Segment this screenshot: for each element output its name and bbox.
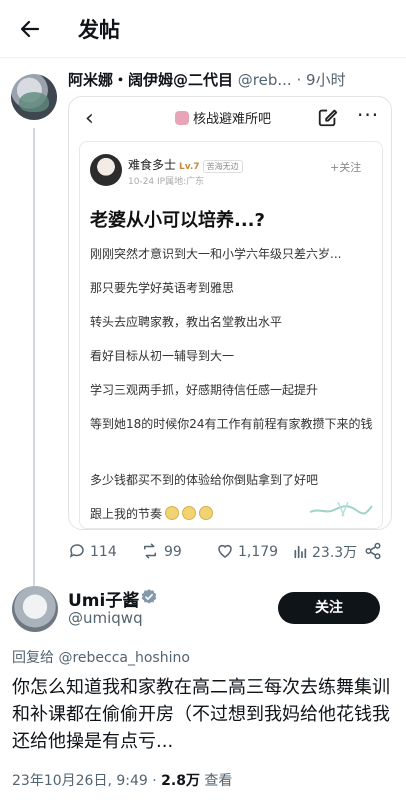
follow-button[interactable]: 关注 <box>278 592 380 624</box>
embedded-line: 多少钱都买不到的体验给你倒贴拿到了好吧 <box>90 473 319 487</box>
emoji-icon <box>165 506 180 520</box>
chevron-left-icon: ‹ <box>85 106 94 131</box>
forum-title: 核战避难所吧 <box>175 108 271 127</box>
embedded-line: 那只要先学好英语考到雅思 <box>90 281 235 295</box>
page-title: 发帖 <box>78 18 120 42</box>
post-actions: 114 99 1,179 23.3万 <box>68 542 398 564</box>
reply-meta: 23年10月26日, 9:49 · 2.8万 查看 <box>12 770 232 790</box>
embedded-line: 等到她18的时候你24有工作有前程有家教攒下来的钱 <box>90 417 373 431</box>
title-badge: 苦海无边 <box>202 160 243 173</box>
views-action[interactable]: 23.3万 <box>292 542 357 562</box>
forum-icon <box>175 111 189 125</box>
embedded-follow: +关注 <box>330 161 362 174</box>
embedded-headline: 老婆从小可以培养...? <box>90 210 265 231</box>
emoji-icon <box>182 506 197 520</box>
level-badge: Lv.7 <box>179 162 200 172</box>
replying-to: 回复给 @rebecca_hoshino <box>12 650 190 666</box>
author-name[interactable]: 阿米娜・阔伊姆@二代目 <box>68 71 233 89</box>
embedded-screenshot[interactable]: ‹ 核战避难所吧 ··· 难食多士 Lv.7 苦海无边 10-24 IP属地:广东 … <box>68 96 392 530</box>
embedded-username: 难食多士 Lv.7 苦海无边 <box>128 156 243 173</box>
embedded-nav: ‹ 核战避难所吧 ··· <box>69 97 391 141</box>
emoji-icon <box>199 506 214 520</box>
views-label: 查看 <box>199 773 233 789</box>
top-bar: 发帖 <box>0 0 406 58</box>
embedded-meta: 10-24 IP属地:广东 <box>128 177 205 187</box>
reply-author-handle: @umiqwq <box>68 609 143 627</box>
reply-text: 你怎么知道我和家教在高二高三每次去练舞集训和补课都在偷偷开房（不过想到我妈给他花… <box>12 677 390 752</box>
like-action[interactable]: 1,179 <box>216 542 278 560</box>
reply-action[interactable]: 114 <box>68 542 117 560</box>
analytics-icon <box>294 545 307 559</box>
reply-post[interactable]: Umi子酱 @umiqwq 关注 回复给 @rebecca_hoshino 你怎… <box>0 570 406 800</box>
embedded-post-card: 难食多士 Lv.7 苦海无边 10-24 IP属地:广东 +关注 老婆从小可以培养.… <box>79 141 383 529</box>
reply-author-name[interactable]: Umi子酱 <box>68 586 139 611</box>
repost-action[interactable]: 99 <box>140 542 182 560</box>
embedded-line-last: 跟上我的节奏 <box>90 502 310 526</box>
post-time: · 9小时 <box>296 71 346 89</box>
heart-icon <box>218 544 232 558</box>
author-handle: @reb... <box>237 71 292 89</box>
avatar[interactable] <box>11 74 57 120</box>
embedded-line: 学习三观两手抓，好感期待信任感一起提升 <box>90 383 319 397</box>
embedded-line: 转头去应聘家教，教出名堂教出水平 <box>90 315 283 329</box>
share-icon <box>365 542 381 560</box>
repost-icon <box>144 543 156 559</box>
edit-icon <box>318 109 338 127</box>
view-count: 2.8万 <box>161 773 200 789</box>
avatar <box>90 154 122 186</box>
watermark-scribble <box>309 501 373 517</box>
avatar[interactable] <box>12 586 58 632</box>
thread-line <box>33 128 35 588</box>
embedded-line: 看好目标从初一辅导到大一 <box>90 349 235 363</box>
embedded-line: 刚刚突然才意识到大一和小学六年级只差六岁... <box>90 247 342 261</box>
mention-link[interactable]: @rebecca_hoshino <box>58 650 189 666</box>
arrow-left-icon[interactable] <box>18 17 42 41</box>
parent-post[interactable]: 阿米娜・阔伊姆@二代目 @reb... · 9小时 ‹ 核战避难所吧 ··· 难… <box>0 58 406 588</box>
timestamp: 23年10月26日, 9:49 · <box>12 773 162 789</box>
post-author-line: 阿米娜・阔伊姆@二代目 @reb... · 9小时 <box>68 69 398 90</box>
share-action[interactable] <box>364 542 386 560</box>
verified-badge-icon <box>141 589 157 604</box>
more-icon: ··· <box>357 103 380 127</box>
reply-icon <box>69 544 84 558</box>
